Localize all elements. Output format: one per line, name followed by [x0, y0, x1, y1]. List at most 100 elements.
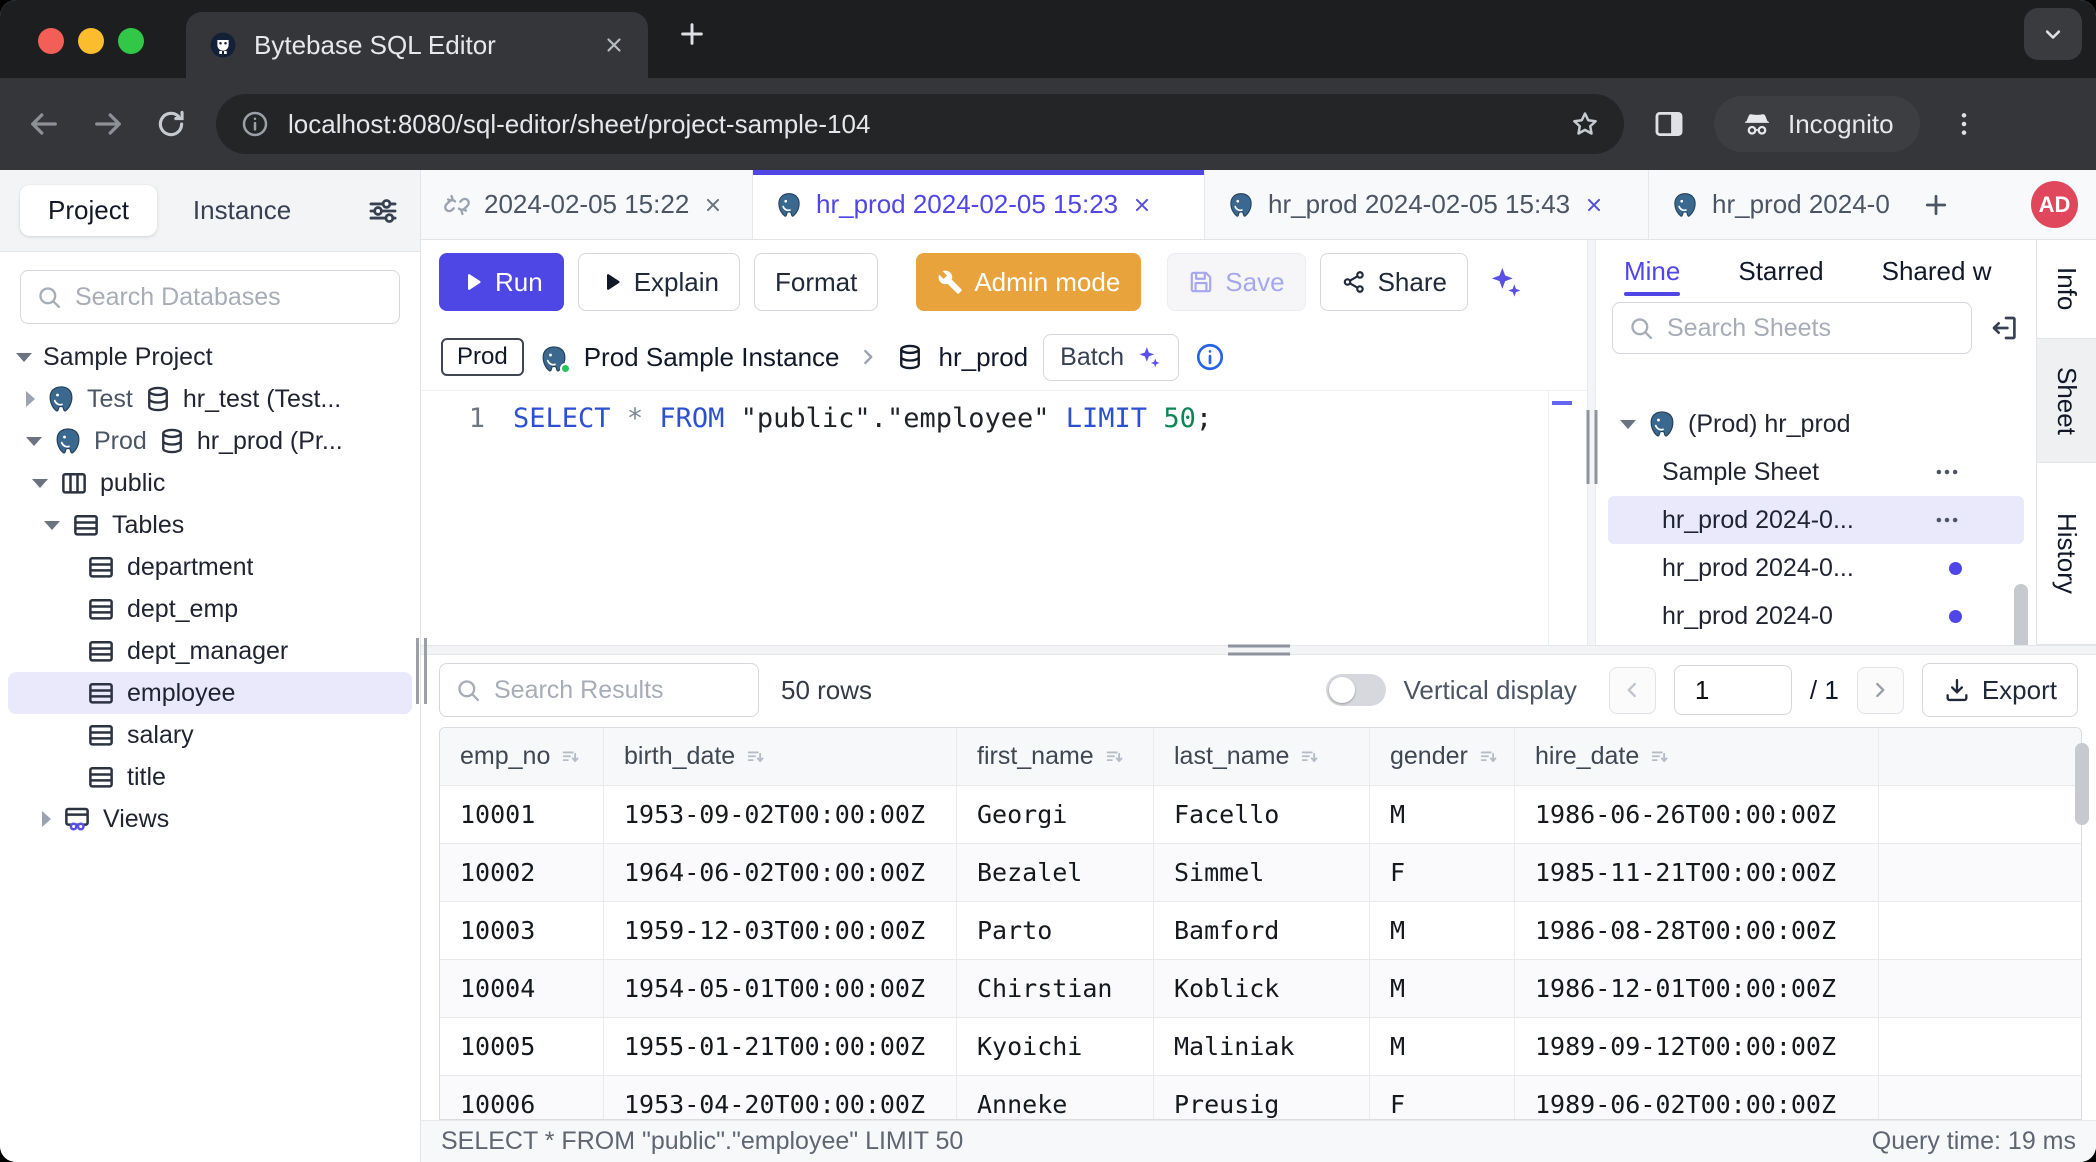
sheet-item-selected[interactable]: hr_prod 2024-0...	[1608, 496, 2024, 544]
table-row[interactable]: 10002 1964-06-02T00:00:00Z Bezalel Simme…	[440, 844, 2081, 902]
column-header[interactable]: last_name	[1154, 728, 1370, 785]
table-row[interactable]: 10001 1953-09-02T00:00:00Z Georgi Facell…	[440, 786, 2081, 844]
vertical-display-toggle[interactable]	[1326, 674, 1386, 706]
vertical-splitter[interactable]	[1587, 240, 1596, 645]
worksheet-tab[interactable]: 2024-02-05 15:22	[421, 170, 753, 239]
rail-tab-history[interactable]: History	[2037, 463, 2096, 645]
tab-starred[interactable]: Starred	[1738, 240, 1823, 302]
sql-code-editor[interactable]: 1 SELECT * FROM "public"."employee" LIMI…	[421, 390, 1587, 645]
format-button[interactable]: Format	[754, 253, 878, 311]
rail-tab-sheet[interactable]: Sheet	[2037, 339, 2096, 463]
search-sheets-input[interactable]	[1667, 314, 1957, 343]
collapse-panel-icon[interactable]	[1988, 312, 2020, 344]
column-header[interactable]: first_name	[957, 728, 1154, 785]
site-info-icon[interactable]	[240, 109, 270, 139]
caret-right-icon[interactable]	[42, 811, 51, 827]
instance-name[interactable]: Prod Sample Instance	[584, 342, 840, 373]
tree-item-project[interactable]: Sample Project	[0, 336, 420, 378]
table-row[interactable]: 10003 1959-12-03T00:00:00Z Parto Bamford…	[440, 902, 2081, 960]
table-row[interactable]: 10004 1954-05-01T00:00:00Z Chirstian Kob…	[440, 960, 2081, 1018]
tree-item-table-title[interactable]: title	[0, 756, 420, 798]
browser-menu-icon[interactable]	[1948, 108, 1980, 140]
ai-sparkle-icon[interactable]	[1484, 262, 1524, 302]
sheet-group[interactable]: (Prod) hr_prod	[1596, 400, 2036, 448]
new-browser-tab-button[interactable]	[676, 18, 708, 50]
tree-item-table-dept-emp[interactable]: dept_emp	[0, 588, 420, 630]
caret-right-icon[interactable]	[26, 391, 35, 407]
worksheet-tab[interactable]: hr_prod 2024-0	[1649, 170, 1907, 239]
back-icon[interactable]	[26, 106, 62, 142]
info-icon[interactable]	[1194, 341, 1226, 373]
filter-sliders-icon[interactable]	[366, 194, 400, 228]
table-scrollbar[interactable]	[2075, 743, 2089, 825]
table-row[interactable]: 10006 1953-04-20T00:00:00Z Anneke Preusi…	[440, 1076, 2081, 1120]
table-row[interactable]: 10005 1955-01-21T00:00:00Z Kyoichi Malin…	[440, 1018, 2081, 1076]
address-bar[interactable]: localhost:8080/sql-editor/sheet/project-…	[216, 94, 1624, 154]
sort-icon[interactable]	[1649, 746, 1671, 768]
rail-tab-info[interactable]: Info	[2037, 240, 2096, 339]
column-header[interactable]: gender	[1370, 728, 1515, 785]
sort-icon[interactable]	[1478, 746, 1500, 768]
caret-down-icon[interactable]	[16, 353, 32, 362]
search-results-input[interactable]	[494, 676, 744, 705]
caret-down-icon[interactable]	[32, 479, 48, 488]
sort-icon[interactable]	[1104, 746, 1126, 768]
explain-button[interactable]: Explain	[578, 253, 740, 311]
page-number-input[interactable]	[1674, 665, 1792, 715]
sheet-list-scrollbar[interactable]	[2014, 584, 2028, 645]
close-tab-icon[interactable]	[602, 33, 626, 57]
batch-button[interactable]: Batch	[1043, 334, 1179, 381]
more-actions-icon[interactable]	[1932, 505, 1962, 535]
tree-item-table-dept-manager[interactable]: dept_manager	[0, 630, 420, 672]
close-icon[interactable]	[1131, 194, 1153, 216]
tree-item-schema-public[interactable]: public	[0, 462, 420, 504]
tree-item-table-department[interactable]: department	[0, 546, 420, 588]
close-icon[interactable]	[1583, 194, 1605, 216]
save-button[interactable]: Save	[1167, 253, 1305, 311]
sheet-search[interactable]	[1612, 302, 1972, 354]
tree-item-tables-group[interactable]: Tables	[0, 504, 420, 546]
tab-project[interactable]: Project	[20, 185, 157, 236]
column-header[interactable]: birth_date	[604, 728, 957, 785]
share-button[interactable]: Share	[1320, 253, 1468, 311]
run-button[interactable]: Run	[439, 253, 564, 311]
browser-tab[interactable]: Bytebase SQL Editor	[186, 12, 648, 78]
tab-search-button[interactable]	[2024, 8, 2082, 60]
sheet-item[interactable]: Sample Sheet	[1596, 448, 2036, 496]
tree-item-table-salary[interactable]: salary	[0, 714, 420, 756]
tree-item-views-group[interactable]: Views	[0, 798, 420, 840]
add-worksheet-button[interactable]	[1907, 170, 1965, 239]
database-name[interactable]: hr_prod	[939, 342, 1029, 373]
tree-item-table-employee[interactable]: employee	[8, 672, 412, 714]
admin-mode-button[interactable]: Admin mode	[916, 253, 1141, 311]
more-actions-icon[interactable]	[1932, 457, 1962, 487]
horizontal-splitter[interactable]	[421, 645, 2096, 655]
editor-minimap[interactable]	[1548, 391, 1575, 645]
reload-icon[interactable]	[154, 107, 188, 141]
side-panel-icon[interactable]	[1652, 107, 1686, 141]
sort-icon[interactable]	[745, 746, 767, 768]
minimize-window-button[interactable]	[78, 28, 104, 54]
sidebar-resize-handle[interactable]	[416, 638, 427, 704]
sort-icon[interactable]	[1299, 746, 1321, 768]
maximize-window-button[interactable]	[118, 28, 144, 54]
tab-shared[interactable]: Shared w	[1882, 240, 1992, 302]
avatar[interactable]: AD	[2031, 181, 2078, 228]
sort-icon[interactable]	[560, 746, 582, 768]
sheet-item[interactable]: hr_prod 2024-0...	[1596, 544, 2036, 592]
previous-page-button[interactable]	[1609, 667, 1656, 714]
next-page-button[interactable]	[1857, 667, 1904, 714]
sheet-item[interactable]: hr_prod 2024-0	[1596, 592, 2036, 640]
close-window-button[interactable]	[38, 28, 64, 54]
forward-icon[interactable]	[90, 106, 126, 142]
close-icon[interactable]	[702, 194, 724, 216]
database-search[interactable]	[20, 270, 400, 324]
caret-down-icon[interactable]	[1620, 420, 1636, 429]
column-header[interactable]: hire_date	[1515, 728, 1879, 785]
caret-down-icon[interactable]	[26, 437, 42, 446]
export-button[interactable]: Export	[1922, 663, 2078, 717]
search-databases-input[interactable]	[75, 283, 385, 312]
worksheet-tab[interactable]: hr_prod 2024-02-05 15:43	[1205, 170, 1649, 239]
tree-item-prod-database[interactable]: Prod hr_prod (Pr...	[0, 420, 420, 462]
column-header[interactable]: emp_no	[440, 728, 604, 785]
